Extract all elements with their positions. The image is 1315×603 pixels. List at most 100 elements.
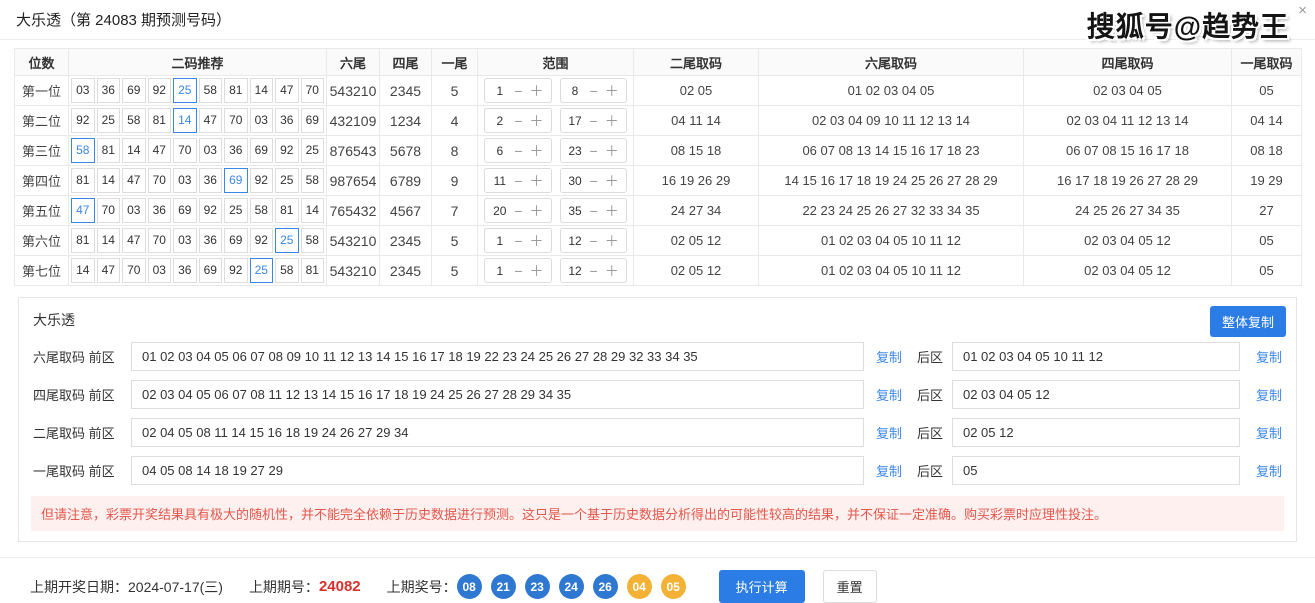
number-box[interactable]: 25: [97, 108, 121, 133]
number-box[interactable]: 92: [250, 168, 274, 193]
number-box[interactable]: 92: [224, 258, 248, 283]
number-box[interactable]: 36: [199, 228, 223, 253]
stepper-value[interactable]: 20: [492, 204, 507, 218]
minus-button[interactable]: −: [590, 144, 598, 158]
number-box[interactable]: 03: [173, 168, 197, 193]
number-box[interactable]: 03: [148, 258, 172, 283]
plus-button[interactable]: ＋: [530, 204, 544, 218]
stepper-value[interactable]: 11: [492, 174, 507, 188]
stepper-value[interactable]: 1: [492, 84, 507, 98]
number-box[interactable]: 70: [148, 168, 172, 193]
number-box[interactable]: 47: [148, 138, 172, 163]
back-zone-input[interactable]: 05: [952, 456, 1240, 485]
stepper-value[interactable]: 2: [492, 114, 507, 128]
plus-button[interactable]: ＋: [530, 174, 544, 188]
number-box[interactable]: 58: [301, 228, 325, 253]
back-zone-input[interactable]: 01 02 03 04 05 10 11 12: [952, 342, 1240, 371]
number-box[interactable]: 81: [71, 168, 95, 193]
minus-button[interactable]: −: [590, 114, 598, 128]
plus-button[interactable]: ＋: [605, 234, 619, 248]
stepper-value[interactable]: 23: [568, 144, 583, 158]
minus-button[interactable]: −: [590, 84, 598, 98]
stepper-value[interactable]: 12: [568, 264, 583, 278]
number-box[interactable]: 81: [97, 138, 121, 163]
minus-button[interactable]: −: [514, 264, 522, 278]
stepper-value[interactable]: 30: [568, 174, 583, 188]
number-box[interactable]: 69: [301, 108, 325, 133]
minus-button[interactable]: −: [514, 84, 522, 98]
number-box[interactable]: 36: [275, 108, 299, 133]
number-box[interactable]: 03: [199, 138, 223, 163]
number-box[interactable]: 47: [199, 108, 223, 133]
number-box[interactable]: 14: [250, 78, 274, 103]
number-box-selected[interactable]: 58: [71, 138, 95, 163]
plus-button[interactable]: ＋: [530, 144, 544, 158]
number-box[interactable]: 81: [71, 228, 95, 253]
number-box-selected[interactable]: 69: [224, 168, 248, 193]
number-box[interactable]: 14: [301, 198, 325, 223]
minus-button[interactable]: −: [514, 234, 522, 248]
copy-back-link[interactable]: 复制: [1256, 461, 1282, 480]
number-box[interactable]: 36: [199, 168, 223, 193]
number-box[interactable]: 03: [250, 108, 274, 133]
number-box[interactable]: 47: [122, 168, 146, 193]
number-box[interactable]: 14: [97, 228, 121, 253]
front-zone-input[interactable]: 01 02 03 04 05 06 07 08 09 10 11 12 13 1…: [131, 342, 864, 371]
copy-front-link[interactable]: 复制: [876, 461, 902, 480]
number-box[interactable]: 14: [71, 258, 95, 283]
number-box[interactable]: 58: [250, 198, 274, 223]
stepper-value[interactable]: 1: [492, 234, 507, 248]
plus-button[interactable]: ＋: [530, 114, 544, 128]
number-box[interactable]: 36: [97, 78, 121, 103]
copy-front-link[interactable]: 复制: [876, 347, 902, 366]
number-box[interactable]: 03: [173, 228, 197, 253]
minus-button[interactable]: −: [514, 144, 522, 158]
number-box[interactable]: 25: [301, 138, 325, 163]
number-box[interactable]: 70: [97, 198, 121, 223]
number-box[interactable]: 92: [199, 198, 223, 223]
number-box[interactable]: 58: [199, 78, 223, 103]
close-icon[interactable]: ×: [1298, 2, 1307, 19]
stepper-value[interactable]: 17: [568, 114, 583, 128]
copy-front-link[interactable]: 复制: [876, 385, 902, 404]
number-box[interactable]: 81: [301, 258, 325, 283]
number-box[interactable]: 70: [301, 78, 325, 103]
plus-button[interactable]: ＋: [530, 84, 544, 98]
number-box[interactable]: 47: [275, 78, 299, 103]
number-box[interactable]: 47: [122, 228, 146, 253]
number-box[interactable]: 69: [250, 138, 274, 163]
minus-button[interactable]: −: [590, 204, 598, 218]
number-box[interactable]: 69: [173, 198, 197, 223]
number-box[interactable]: 70: [224, 108, 248, 133]
number-box[interactable]: 81: [148, 108, 172, 133]
number-box[interactable]: 25: [224, 198, 248, 223]
stepper-value[interactable]: 6: [492, 144, 507, 158]
plus-button[interactable]: ＋: [605, 174, 619, 188]
copy-front-link[interactable]: 复制: [876, 423, 902, 442]
number-box[interactable]: 92: [275, 138, 299, 163]
back-zone-input[interactable]: 02 03 04 05 12: [952, 380, 1240, 409]
stepper-value[interactable]: 35: [568, 204, 583, 218]
minus-button[interactable]: −: [590, 174, 598, 188]
front-zone-input[interactable]: 04 05 08 14 18 19 27 29: [131, 456, 864, 485]
number-box[interactable]: 69: [224, 228, 248, 253]
number-box[interactable]: 92: [250, 228, 274, 253]
minus-button[interactable]: −: [514, 204, 522, 218]
number-box[interactable]: 92: [148, 78, 172, 103]
copy-back-link[interactable]: 复制: [1256, 423, 1282, 442]
number-box[interactable]: 70: [122, 258, 146, 283]
calculate-button[interactable]: 执行计算: [719, 570, 805, 603]
number-box-selected[interactable]: 25: [275, 228, 299, 253]
number-box[interactable]: 14: [122, 138, 146, 163]
number-box[interactable]: 47: [97, 258, 121, 283]
plus-button[interactable]: ＋: [605, 84, 619, 98]
number-box-selected[interactable]: 25: [173, 78, 197, 103]
copy-back-link[interactable]: 复制: [1256, 385, 1282, 404]
number-box[interactable]: 58: [275, 258, 299, 283]
copy-back-link[interactable]: 复制: [1256, 347, 1282, 366]
reset-button[interactable]: 重置: [823, 570, 877, 603]
plus-button[interactable]: ＋: [605, 144, 619, 158]
number-box[interactable]: 92: [71, 108, 95, 133]
stepper-value[interactable]: 8: [568, 84, 583, 98]
front-zone-input[interactable]: 02 04 05 08 11 14 15 16 18 19 24 26 27 2…: [131, 418, 864, 447]
